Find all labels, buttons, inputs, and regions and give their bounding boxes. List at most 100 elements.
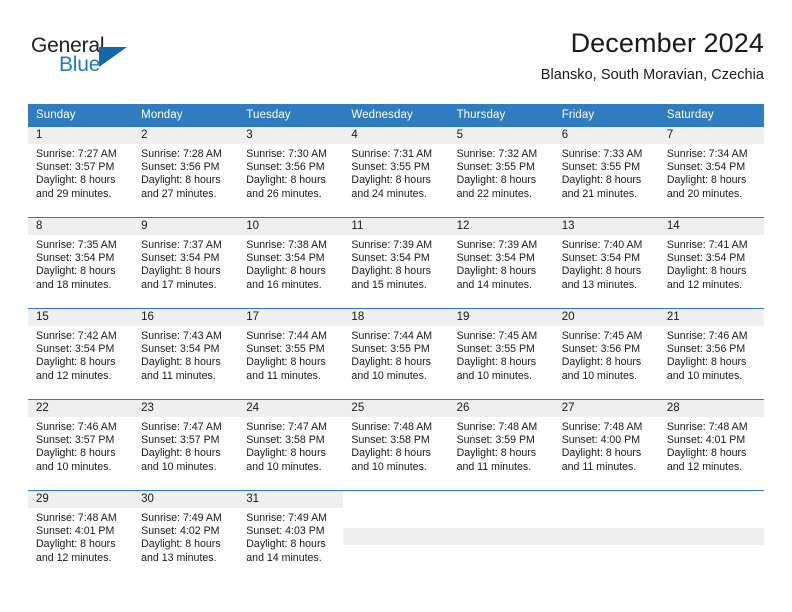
calendar-day-cell[interactable]: 1 Sunrise: 7:27 AM Sunset: 3:57 PM Daylight… <box>28 126 134 218</box>
calendar-day-cell[interactable]: 14 Sunrise: 7:41 AM Sunset: 3:54 PM Dayligh… <box>658 217 764 309</box>
day-daylight2-text: and 10 minutes. <box>246 460 322 473</box>
day-sunset-text: Sunset: 3:57 PM <box>141 434 220 447</box>
day-sunrise-text: Sunrise: 7:48 AM <box>666 421 748 433</box>
calendar-day-cell[interactable]: 22 Sunrise: 7:46 AM Sunset: 3:57 PM Dayligh… <box>28 399 134 491</box>
day-details: Sunrise: 7:37 AM Sunset: 3:54 PM Daylight:… <box>133 235 238 292</box>
calendar-day-cell[interactable]: 29 Sunrise: 7:48 AM Sunset: 4:01 PM Dayligh… <box>28 490 134 581</box>
day-daylight1-text: Daylight: 8 hours <box>36 174 116 187</box>
calendar-day-cell[interactable]: 18 Sunrise: 7:44 AM Sunset: 3:55 PM Dayligh… <box>343 308 449 400</box>
day-details: Sunrise: 7:43 AM Sunset: 3:54 PM Daylight:… <box>133 326 238 383</box>
day-sunset-text: Sunset: 3:57 PM <box>36 161 115 174</box>
day-daylight1-text: Daylight: 8 hours <box>141 447 221 460</box>
day-sunrise-text: Sunrise: 7:40 AM <box>561 239 643 251</box>
day-daylight2-text: and 14 minutes. <box>456 278 532 291</box>
calendar-day-cell[interactable]: 23 Sunrise: 7:47 AM Sunset: 3:57 PM Dayligh… <box>133 399 239 491</box>
calendar-day-cell[interactable]: 16 Sunrise: 7:43 AM Sunset: 3:54 PM Dayligh… <box>133 308 239 400</box>
day-daylight1-text: Daylight: 8 hours <box>351 447 431 460</box>
day-daylight1-text: Daylight: 8 hours <box>36 447 116 460</box>
calendar-week-row: 8 Sunrise: 7:35 AM Sunset: 3:54 PM Daylight… <box>28 217 764 309</box>
calendar-day-cell[interactable]: 10 Sunrise: 7:38 AM Sunset: 3:54 PM Dayligh… <box>238 217 344 309</box>
calendar-day-cell[interactable]: 19 Sunrise: 7:45 AM Sunset: 3:55 PM Dayligh… <box>448 308 554 400</box>
day-daylight2-text: and 22 minutes. <box>456 187 532 200</box>
calendar-day-cell[interactable]: 3 Sunrise: 7:30 AM Sunset: 3:56 PM Daylight… <box>238 126 344 218</box>
day-daylight2-text: and 18 minutes. <box>36 278 112 291</box>
calendar-day-cell[interactable]: 7 Sunrise: 7:34 AM Sunset: 3:54 PM Daylight… <box>658 126 764 218</box>
day-number: 12 <box>448 218 554 235</box>
calendar-day-cell[interactable]: 20 Sunrise: 7:45 AM Sunset: 3:56 PM Dayligh… <box>553 308 659 400</box>
day-details: Sunrise: 7:45 AM Sunset: 3:56 PM Daylight:… <box>554 326 659 383</box>
page-title: December 2024 <box>570 28 764 58</box>
day-details: Sunrise: 7:40 AM Sunset: 3:54 PM Daylight:… <box>554 235 659 292</box>
calendar-day-cell[interactable]: 11 Sunrise: 7:39 AM Sunset: 3:54 PM Dayligh… <box>343 217 449 309</box>
calendar-day-cell[interactable]: 15 Sunrise: 7:42 AM Sunset: 3:54 PM Dayligh… <box>28 308 134 400</box>
calendar-day-cell[interactable]: 4 Sunrise: 7:31 AM Sunset: 3:55 PM Daylight… <box>343 126 449 218</box>
calendar-day-cell[interactable]: 21 Sunrise: 7:46 AM Sunset: 3:56 PM Dayligh… <box>658 308 764 400</box>
day-sunrise-text: Sunrise: 7:45 AM <box>561 330 643 342</box>
day-daylight1-text: Daylight: 8 hours <box>561 174 642 187</box>
calendar-day-cell[interactable]: 25 Sunrise: 7:48 AM Sunset: 3:58 PM Dayligh… <box>343 399 449 491</box>
day-sunset-text: Sunset: 3:55 PM <box>456 161 535 174</box>
day-details: Sunrise: 7:46 AM Sunset: 3:56 PM Daylight:… <box>659 326 764 383</box>
day-daylight2-text: and 10 minutes. <box>456 369 532 382</box>
day-daylight2-text: and 14 minutes. <box>246 551 322 564</box>
day-sunrise-text: Sunrise: 7:46 AM <box>666 330 748 342</box>
day-daylight1-text: Daylight: 8 hours <box>351 174 431 187</box>
calendar-day-cell-empty <box>553 490 659 581</box>
day-number: 6 <box>553 127 659 144</box>
day-number: 5 <box>448 127 554 144</box>
day-number: 22 <box>28 400 134 417</box>
day-daylight2-text: and 12 minutes. <box>36 369 112 382</box>
day-sunrise-text: Sunrise: 7:49 AM <box>141 512 222 524</box>
calendar-table: Sunday Monday Tuesday Wednesday Thursday… <box>28 104 764 581</box>
day-daylight2-text: and 16 minutes. <box>246 278 322 291</box>
day-number: 11 <box>343 218 449 235</box>
calendar-day-cell[interactable]: 12 Sunrise: 7:39 AM Sunset: 3:54 PM Dayligh… <box>448 217 554 309</box>
day-daylight1-text: Daylight: 8 hours <box>456 174 537 187</box>
day-daylight2-text: and 15 minutes. <box>351 278 427 291</box>
calendar-day-cell[interactable]: 28 Sunrise: 7:48 AM Sunset: 4:01 PM Dayligh… <box>658 399 764 491</box>
day-number: 14 <box>658 218 764 235</box>
day-sunrise-text: Sunrise: 7:44 AM <box>351 330 433 342</box>
day-sunrise-text: Sunrise: 7:48 AM <box>456 421 538 433</box>
day-details: Sunrise: 7:39 AM Sunset: 3:54 PM Daylight:… <box>449 235 554 292</box>
day-sunrise-text: Sunrise: 7:37 AM <box>141 239 222 251</box>
day-details: Sunrise: 7:38 AM Sunset: 3:54 PM Daylight:… <box>238 235 343 292</box>
calendar-day-cell[interactable]: 2 Sunrise: 7:28 AM Sunset: 3:56 PM Daylight… <box>133 126 239 218</box>
day-sunset-text: Sunset: 3:54 PM <box>36 252 115 265</box>
day-number: 1 <box>28 127 134 144</box>
calendar-day-cell[interactable]: 9 Sunrise: 7:37 AM Sunset: 3:54 PM Daylight… <box>133 217 239 309</box>
calendar-week-row: 1 Sunrise: 7:27 AM Sunset: 3:57 PM Daylight… <box>28 126 764 218</box>
day-number: 2 <box>133 127 239 144</box>
calendar-day-cell[interactable]: 13 Sunrise: 7:40 AM Sunset: 3:54 PM Dayligh… <box>553 217 659 309</box>
calendar-day-cell[interactable]: 6 Sunrise: 7:33 AM Sunset: 3:55 PM Daylight… <box>553 126 659 218</box>
calendar-day-cell[interactable]: 17 Sunrise: 7:44 AM Sunset: 3:55 PM Dayligh… <box>238 308 344 400</box>
day-sunset-text: Sunset: 3:58 PM <box>246 434 325 447</box>
calendar-day-cell[interactable]: 8 Sunrise: 7:35 AM Sunset: 3:54 PM Daylight… <box>28 217 134 309</box>
day-details: Sunrise: 7:41 AM Sunset: 3:54 PM Daylight:… <box>659 235 764 292</box>
day-details: Sunrise: 7:27 AM Sunset: 3:57 PM Daylight:… <box>28 144 133 201</box>
calendar-day-cell[interactable]: 26 Sunrise: 7:48 AM Sunset: 3:59 PM Dayligh… <box>448 399 554 491</box>
day-daylight2-text: and 27 minutes. <box>141 187 217 200</box>
calendar-day-cell[interactable]: 31 Sunrise: 7:49 AM Sunset: 4:03 PM Dayligh… <box>238 490 344 581</box>
calendar-page: General Blue December 2024 Blansko, Sout… <box>0 0 792 612</box>
day-daylight2-text: and 10 minutes. <box>141 460 217 473</box>
calendar-day-cell[interactable]: 5 Sunrise: 7:32 AM Sunset: 3:55 PM Daylight… <box>448 126 554 218</box>
day-sunrise-text: Sunrise: 7:35 AM <box>36 239 117 251</box>
day-number: 25 <box>343 400 449 417</box>
calendar-day-cell[interactable]: 30 Sunrise: 7:49 AM Sunset: 4:02 PM Dayligh… <box>133 490 239 581</box>
day-number: 27 <box>553 400 659 417</box>
day-sunset-text: Sunset: 4:03 PM <box>246 525 325 538</box>
day-number: 9 <box>133 218 239 235</box>
calendar-day-cell[interactable]: 24 Sunrise: 7:47 AM Sunset: 3:58 PM Dayligh… <box>238 399 344 491</box>
day-sunset-text: Sunset: 3:54 PM <box>666 252 746 265</box>
day-daylight2-text: and 11 minutes. <box>141 369 216 382</box>
calendar-day-cell[interactable]: 27 Sunrise: 7:48 AM Sunset: 4:00 PM Dayligh… <box>553 399 659 491</box>
day-sunrise-text: Sunrise: 7:47 AM <box>141 421 222 433</box>
day-details: Sunrise: 7:33 AM Sunset: 3:55 PM Daylight:… <box>554 144 659 201</box>
day-details: Sunrise: 7:47 AM Sunset: 3:57 PM Daylight:… <box>133 417 238 474</box>
weekday-header-saturday: Saturday <box>658 104 764 127</box>
day-sunset-text: Sunset: 3:54 PM <box>351 252 430 265</box>
day-details: Sunrise: 7:46 AM Sunset: 3:57 PM Daylight:… <box>28 417 133 474</box>
day-sunset-text: Sunset: 4:00 PM <box>561 434 641 447</box>
day-daylight1-text: Daylight: 8 hours <box>666 265 747 278</box>
